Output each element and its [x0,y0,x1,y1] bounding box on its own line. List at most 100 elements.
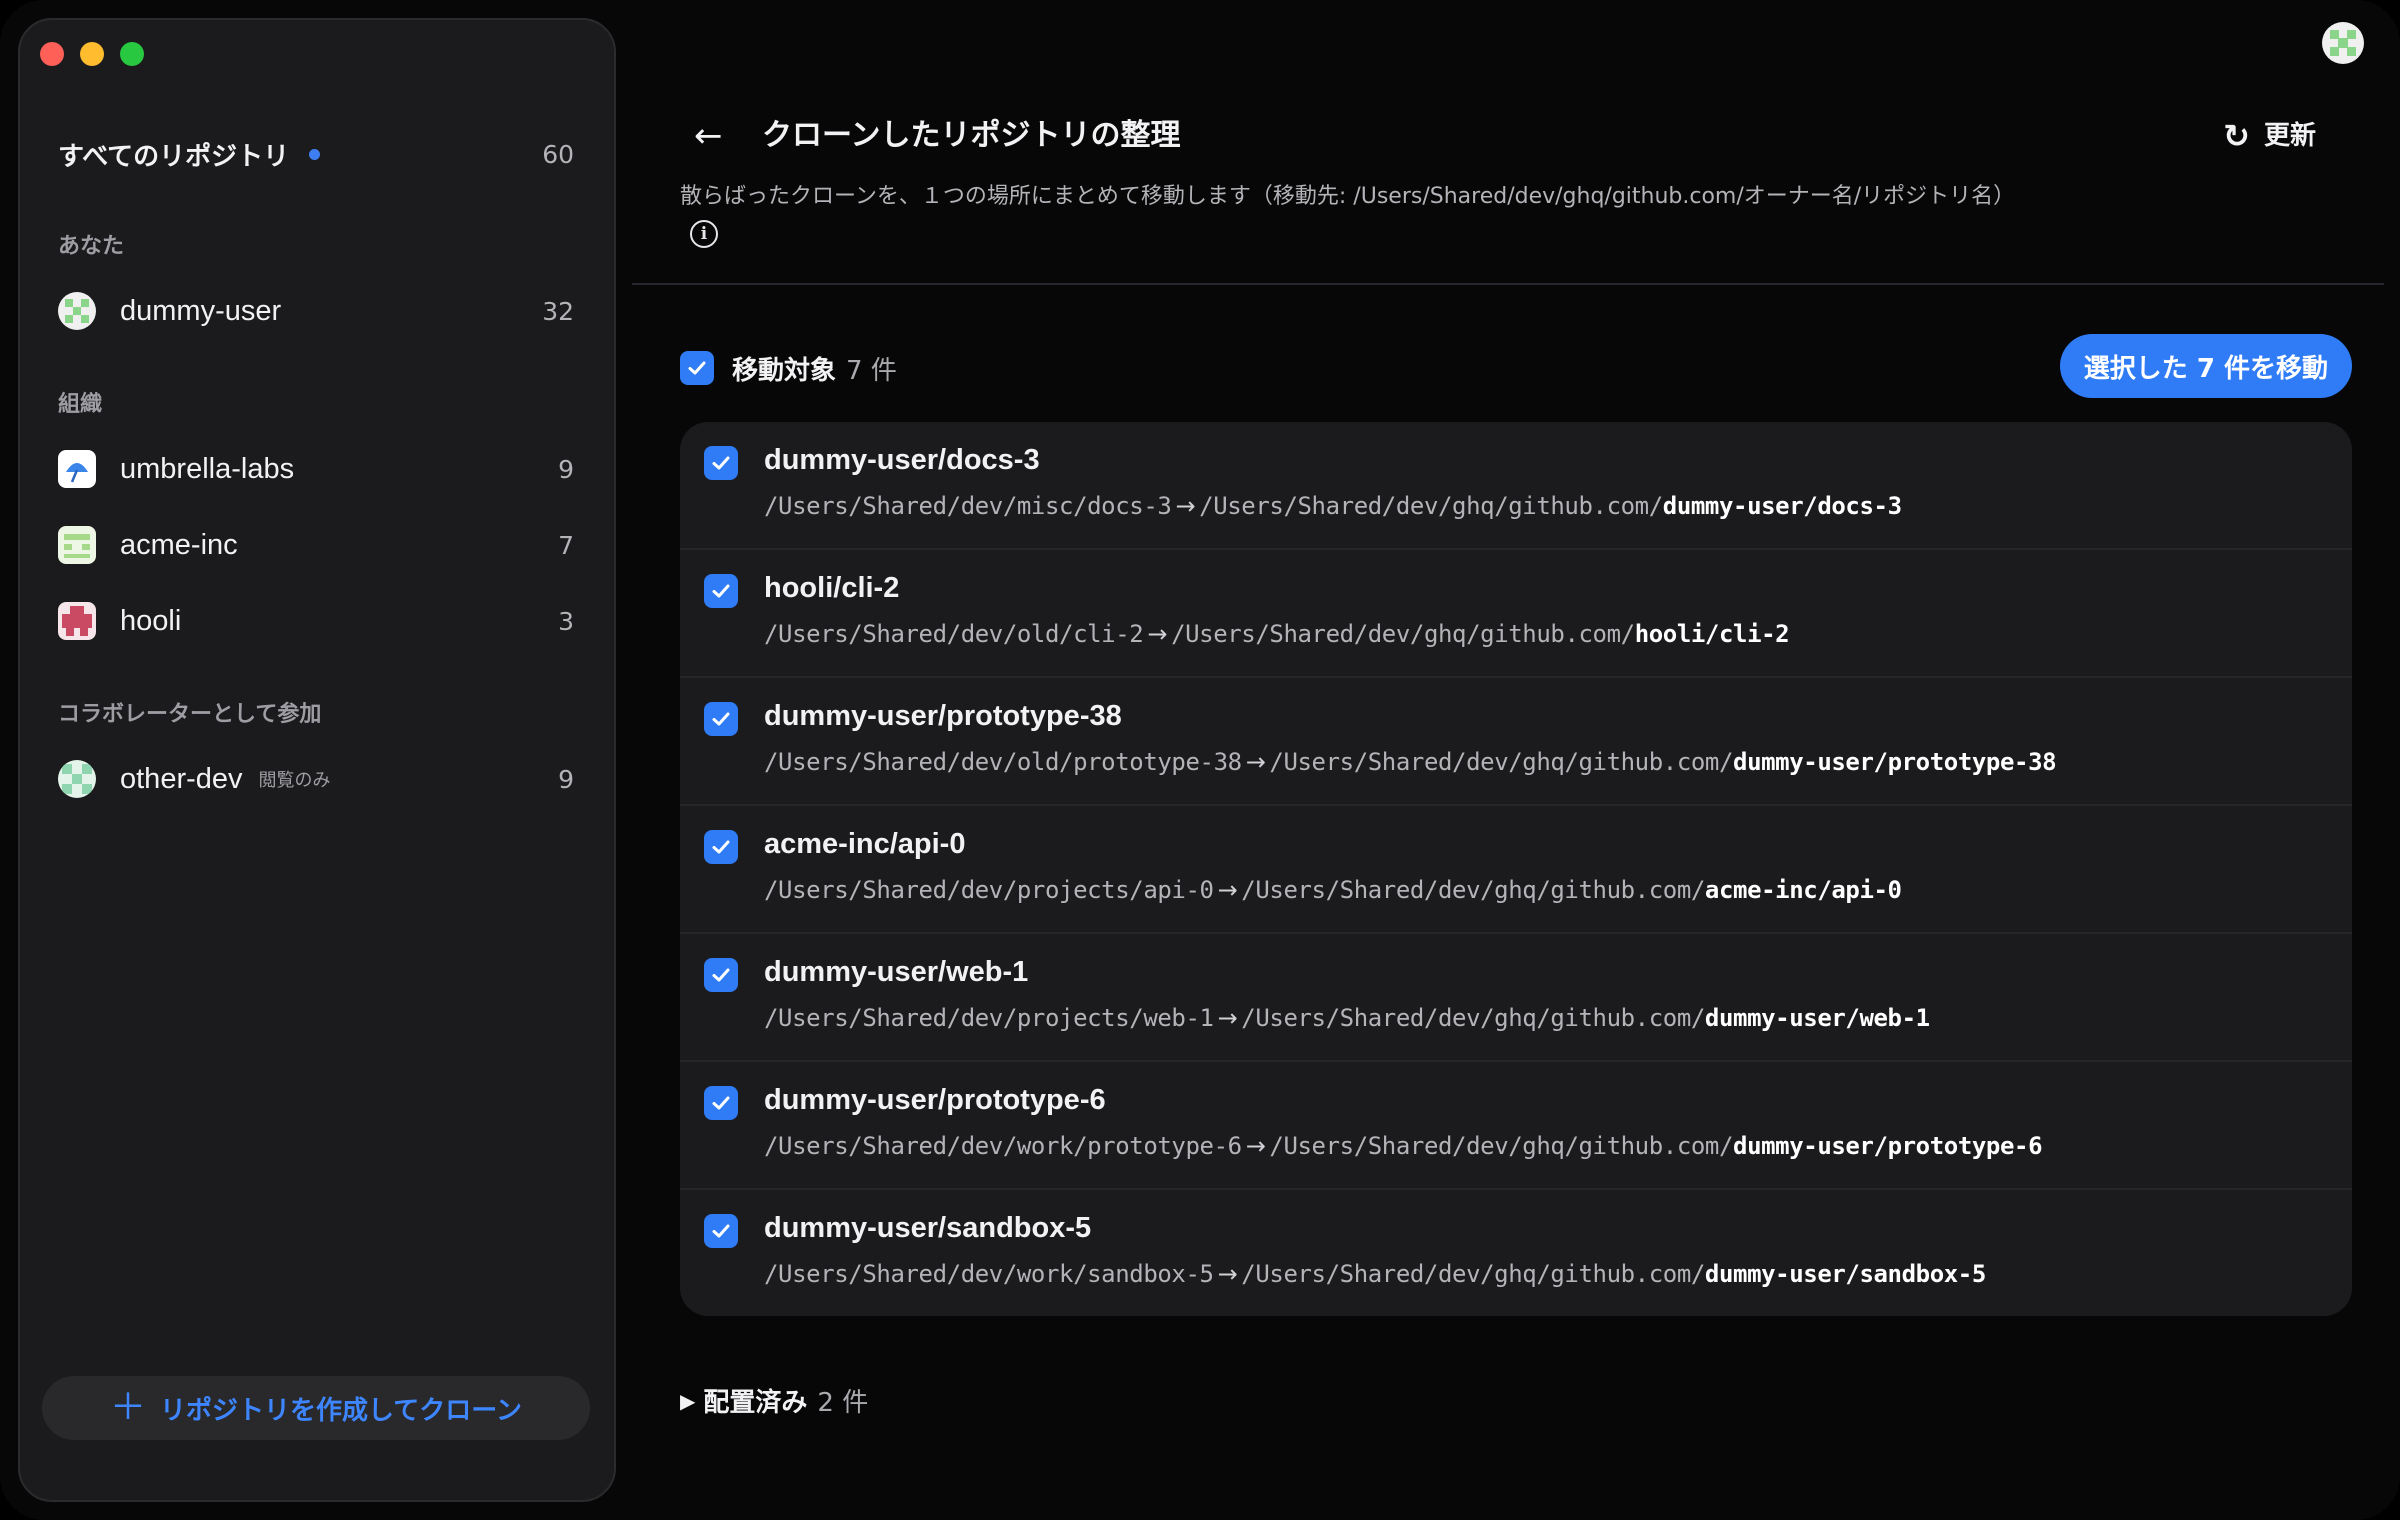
repo-name: dummy-user/sandbox-5 [764,1212,1092,1244]
destination-prefix: /Users/Shared/dev/ghq/github.com/ [1269,1132,1734,1160]
already-placed-count: 2 件 [817,1388,869,1418]
destination-repo: dummy-user/prototype-38 [1733,748,2057,776]
repo-path: /Users/Shared/dev/projects/web-1 →/Users/… [764,1004,1930,1032]
repo-row[interactable]: hooli/cli-2/Users/Shared/dev/old/cli-2 → /… [680,548,2352,676]
arrow-right-icon: → [1217,1260,1238,1288]
already-placed-label: 配置済み [703,1388,808,1418]
page-title: クローンしたリポジトリの整理 [762,118,1181,153]
sidebar-item-label: other-dev [120,762,243,795]
plus-icon: ＋ [110,1387,147,1428]
app-window: すべてのリポジトリ 60 あなた dummy-user 32 組織 umbrel… [0,0,2400,1520]
destination-repo: hooli/cli-2 [1634,620,1790,648]
repo-checkbox[interactable] [704,830,738,864]
repo-name: dummy-user/docs-3 [764,444,1040,476]
sidebar-item-label: dummy-user [120,294,282,327]
checkmark-icon [712,1224,730,1238]
destination-repo: acme-inc/api-0 [1704,876,1902,904]
minimize-window-button[interactable] [80,42,104,66]
sidebar-item-other-dev[interactable]: other-dev 閲覧のみ 9 [58,756,574,802]
arrow-right-icon: → [1245,1132,1266,1160]
arrow-right-icon: → [1245,748,1266,776]
unread-dot-icon [309,148,321,160]
account-avatar-icon[interactable] [2322,22,2364,64]
checkmark-icon [712,968,730,982]
repo-count: 3 [558,606,574,636]
destination-repo: dummy-user/sandbox-5 [1704,1260,1986,1288]
source-path: /Users/Shared/dev/projects/api-0 [764,876,1214,904]
repo-row[interactable]: acme-inc/api-0/Users/Shared/dev/projects… [680,804,2352,932]
source-path: /Users/Shared/dev/projects/web-1 [764,1004,1214,1032]
select-all-checkbox[interactable] [680,351,714,385]
hooli-avatar-icon [58,602,96,640]
repo-row[interactable]: dummy-user/prototype-38/Users/Shared/dev… [680,676,2352,804]
user-avatar-icon [58,292,96,330]
refresh-icon: ↻ [2223,117,2250,155]
repo-count: 60 [542,139,574,169]
repo-name: dummy-user/web-1 [764,956,1029,988]
repo-row[interactable]: dummy-user/web-1/Users/Shared/dev/projec… [680,932,2352,1060]
source-path: /Users/Shared/dev/old/prototype-38 [764,748,1242,776]
repo-name: dummy-user/prototype-38 [764,700,1122,732]
page-description: 散らばったクローンを、１つの場所にまとめて移動します（移動先: /Users/S… [680,184,2016,209]
repo-name: acme-inc/api-0 [764,828,966,860]
repo-path: /Users/Shared/dev/work/sandbox-5 →/Users/… [764,1260,1986,1288]
checkmark-icon [712,840,730,854]
move-selected-button[interactable]: 選択した 7 件を移動 [2059,334,2352,398]
main-panel: ← クローンしたリポジトリの整理 ↻ 更新 散らばったクローンを、１つの場所にま… [616,0,2400,1520]
repo-name: hooli/cli-2 [764,572,900,604]
selection-count: 7 件 [846,355,897,386]
repo-count: 32 [542,296,574,326]
repo-path: /Users/Shared/dev/work/prototype-6 →/User… [764,1132,2043,1160]
sidebar: すべてのリポジトリ 60 あなた dummy-user 32 組織 umbrel… [18,18,616,1502]
destination-prefix: /Users/Shared/dev/ghq/github.com/ [1199,492,1663,520]
checkmark-icon [712,1096,730,1110]
header-divider [632,283,2384,285]
sidebar-item-hooli[interactable]: hooli 3 [58,598,574,644]
repo-row[interactable]: dummy-user/prototype-6/Users/Shared/dev/… [680,1060,2352,1188]
arrow-right-icon: → [1175,492,1196,520]
already-placed-toggle[interactable]: ▶ 配置済み 2 件 [680,1382,868,1419]
repo-row[interactable]: dummy-user/docs-3/Users/Shared/dev/misc/… [680,422,2352,548]
destination-repo: dummy-user/prototype-6 [1733,1132,2043,1160]
repo-checkbox[interactable] [704,702,738,736]
repo-row[interactable]: dummy-user/sandbox-5/Users/Shared/dev/wo… [680,1188,2352,1316]
window-controls [40,42,144,66]
destination-repo: dummy-user/docs-3 [1662,492,1902,520]
sidebar-item-umbrella-labs[interactable]: umbrella-labs 9 [58,446,574,492]
selection-label: 移動対象 [732,355,837,386]
repo-checkbox[interactable] [704,958,738,992]
repo-count: 9 [558,454,574,484]
sidebar-item-acme-inc[interactable]: acme-inc 7 [58,522,574,568]
checkmark-icon [712,584,730,598]
arrow-right-icon: → [1147,620,1168,648]
repo-checkbox[interactable] [704,1086,738,1120]
repo-count: 9 [558,764,574,794]
close-window-button[interactable] [40,42,64,66]
repo-count: 7 [558,530,574,560]
select-all-row: 移動対象 7 件 [680,348,897,388]
sidebar-item-all-repositories[interactable]: すべてのリポジトリ 60 [58,134,574,174]
repo-path: /Users/Shared/dev/old/prototype-38 →/User… [764,748,2057,776]
repo-path: /Users/Shared/dev/misc/docs-3 →/Users/Sha… [764,492,1902,520]
back-arrow-icon[interactable]: ← [694,116,723,156]
destination-prefix: /Users/Shared/dev/ghq/github.com/ [1241,876,1705,904]
destination-prefix: /Users/Shared/dev/ghq/github.com/ [1269,748,1734,776]
source-path: /Users/Shared/dev/work/sandbox-5 [764,1260,1214,1288]
repo-checkbox[interactable] [704,574,738,608]
refresh-button[interactable]: ↻ 更新 [2223,116,2316,156]
arrow-right-icon: → [1217,1004,1238,1032]
repo-checkbox[interactable] [704,1214,738,1248]
repo-checkbox[interactable] [704,446,738,480]
create-and-clone-label: リポジトリを作成してクローン [160,1395,522,1426]
repo-path: /Users/Shared/dev/old/cli-2 →/Users/Share… [764,620,1790,648]
create-and-clone-button[interactable]: ＋ リポジトリを作成してクローン [42,1376,590,1440]
sidebar-item-label: umbrella-labs [120,452,295,485]
destination-prefix: /Users/Shared/dev/ghq/github.com/ [1241,1260,1705,1288]
source-path: /Users/Shared/dev/work/prototype-6 [764,1132,1242,1160]
info-icon[interactable]: i [690,220,718,248]
repo-name: dummy-user/prototype-6 [764,1084,1106,1116]
disclosure-triangle-icon: ▶ [680,1388,696,1413]
destination-prefix: /Users/Shared/dev/ghq/github.com/ [1241,1004,1705,1032]
sidebar-item-dummy-user[interactable]: dummy-user 32 [58,288,574,334]
zoom-window-button[interactable] [120,42,144,66]
